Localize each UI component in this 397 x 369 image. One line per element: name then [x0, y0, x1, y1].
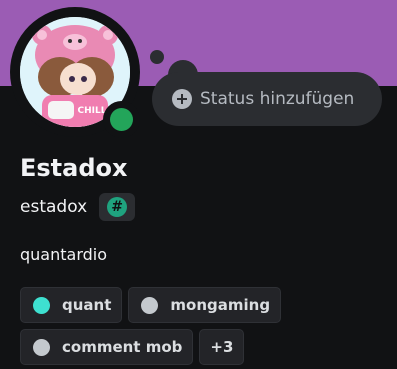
- role-name: mongaming: [170, 296, 271, 314]
- thought-bubble-small: [150, 50, 164, 64]
- role-color-dot: [141, 296, 159, 314]
- roles-list: quant mongaming comment mob +3: [20, 287, 390, 365]
- hashtag-badge[interactable]: #: [99, 193, 136, 221]
- more-roles-count: +3: [210, 338, 234, 356]
- role-chip-quant[interactable]: quant: [20, 287, 123, 323]
- plus-circle-icon: [172, 89, 192, 109]
- role-chip-comment-mob[interactable]: comment mob: [20, 329, 194, 365]
- avatar-lettering: CHILL: [78, 106, 107, 116]
- add-status-button[interactable]: Status hinzufügen: [152, 72, 382, 126]
- online-status-icon: [110, 108, 133, 131]
- more-roles-button[interactable]: +3: [199, 329, 245, 365]
- role-name: comment mob: [62, 338, 183, 356]
- username-row: estadox #: [20, 193, 136, 221]
- username[interactable]: estadox: [20, 197, 87, 217]
- role-color-dot: [33, 338, 50, 356]
- add-status-label: Status hinzufügen: [200, 89, 355, 109]
- role-name: quant: [62, 296, 112, 314]
- role-color-dot: [33, 296, 50, 314]
- hashtag-icon: #: [107, 197, 128, 217]
- role-chip-mongaming[interactable]: mongaming: [128, 287, 282, 323]
- display-name: Estadox: [20, 154, 128, 182]
- bio-text: quantardio: [20, 245, 108, 264]
